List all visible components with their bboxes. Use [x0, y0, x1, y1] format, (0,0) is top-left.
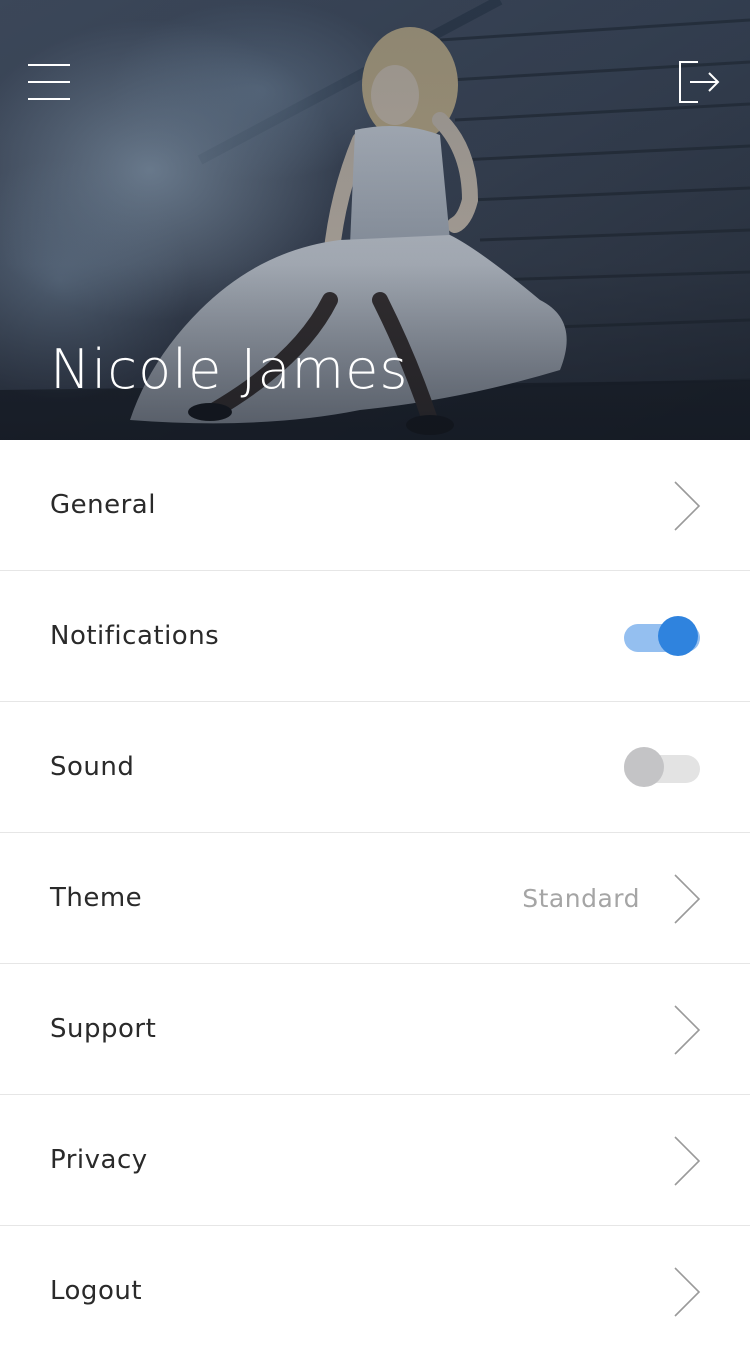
chevron-right-icon: [674, 481, 701, 531]
toggle-knob: [658, 616, 698, 656]
settings-row-sound: Sound: [0, 702, 750, 833]
exit-icon[interactable]: [676, 58, 724, 106]
settings-row-notifications: Notifications: [0, 571, 750, 702]
profile-header: Nicole James: [0, 0, 750, 440]
settings-row-logout[interactable]: Logout: [0, 1226, 750, 1357]
notifications-toggle[interactable]: [624, 616, 700, 656]
settings-row-theme[interactable]: Theme Standard: [0, 833, 750, 964]
theme-value: Standard: [522, 884, 640, 913]
settings-row-privacy[interactable]: Privacy: [0, 1095, 750, 1226]
menu-line: [28, 98, 70, 100]
settings-row-label: Support: [50, 1014, 157, 1044]
hamburger-menu-icon[interactable]: [28, 64, 70, 100]
chevron-right-icon: [674, 874, 701, 924]
toggle-knob: [624, 747, 664, 787]
settings-row-label: Theme: [50, 883, 143, 913]
chevron-right-icon: [674, 1267, 701, 1317]
settings-row-label: Sound: [50, 752, 135, 782]
settings-row-label: Logout: [50, 1276, 143, 1306]
settings-row-general[interactable]: General: [0, 440, 750, 571]
menu-line: [28, 81, 70, 83]
chevron-right-icon: [674, 1136, 701, 1186]
menu-line: [28, 64, 70, 66]
settings-row-label: Privacy: [50, 1145, 148, 1175]
profile-name: Nicole James: [50, 338, 409, 401]
exit-icon-graphic: [679, 61, 720, 103]
settings-row-label: General: [50, 490, 156, 520]
sound-toggle[interactable]: [624, 747, 700, 787]
settings-list: General Notifications Sound Theme Standa…: [0, 440, 750, 1357]
chevron-right-icon: [674, 1005, 701, 1055]
settings-row-label: Notifications: [50, 621, 220, 651]
settings-row-support[interactable]: Support: [0, 964, 750, 1095]
